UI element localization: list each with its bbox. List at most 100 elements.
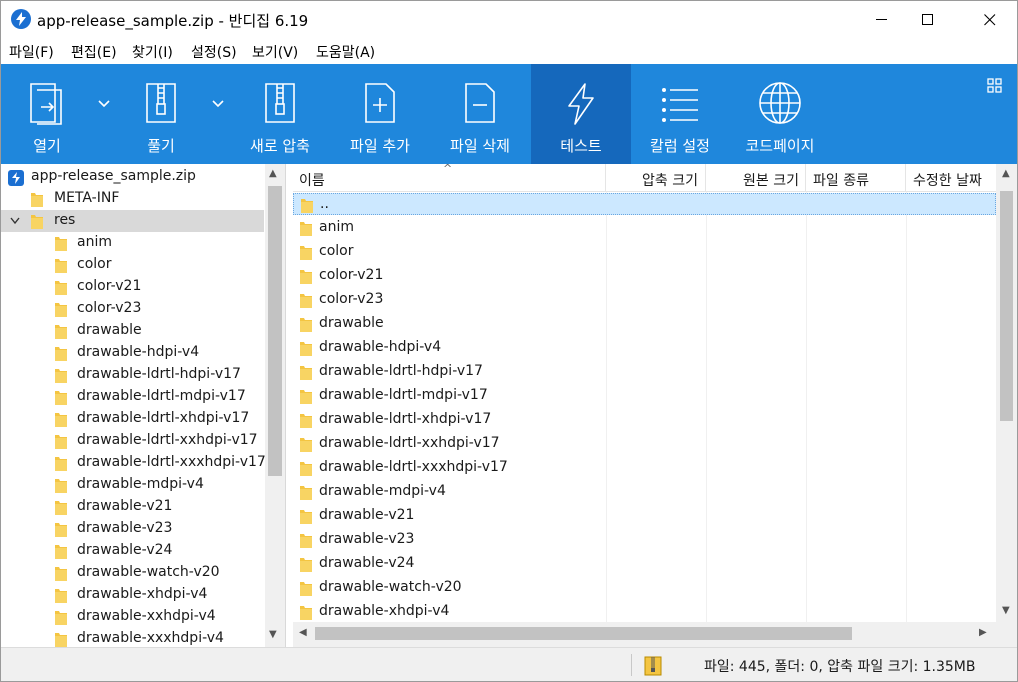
tree-item[interactable]: drawable	[1, 320, 264, 342]
parent-folder-row[interactable]: ..	[293, 193, 996, 215]
list-vscroll-thumb[interactable]	[1000, 191, 1013, 421]
scroll-up-arrow-icon[interactable]: ▲	[1002, 168, 1010, 179]
tree-item[interactable]: drawable-watch-v20	[1, 562, 264, 584]
tree-item[interactable]: color-v23	[1, 298, 264, 320]
tree-item[interactable]: drawable-ldrtl-mdpi-v17	[1, 386, 264, 408]
table-row[interactable]: drawable-xhdpi-v4	[293, 601, 996, 623]
codepage-button[interactable]: 코드페이지	[734, 64, 826, 164]
scroll-left-arrow-icon[interactable]: ◀	[299, 627, 307, 638]
menu-help[interactable]: 도움말(A)	[316, 42, 375, 62]
tree-item-label: drawable-xxxhdpi-v4	[77, 630, 224, 646]
tree-item[interactable]: drawable-ldrtl-hdpi-v17	[1, 364, 264, 386]
row-name: drawable-ldrtl-xhdpi-v17	[319, 411, 492, 427]
column-header-file-type-label: 파일 종류	[813, 173, 869, 189]
add-file-button[interactable]: 파일 추가	[334, 64, 426, 164]
tree-item[interactable]: drawable-xhdpi-v4	[1, 584, 264, 606]
folder-icon	[55, 633, 67, 647]
list-hscroll-thumb[interactable]	[315, 627, 852, 640]
table-row[interactable]: anim	[293, 217, 996, 239]
extract-dropdown-chevron-icon[interactable]	[211, 98, 225, 108]
layout-grid-icon[interactable]	[987, 78, 1003, 94]
toolbar: 열기 풀기 새로 압축 파일 추가 파일 삭제 테스트 칼럼 설정 코드페이지	[1, 64, 1017, 164]
chevron-down-icon[interactable]	[10, 217, 20, 225]
tree-scroll-thumb[interactable]	[268, 186, 282, 476]
column-header-original-size[interactable]: 원본 크기	[706, 164, 806, 191]
tree-vertical-scrollbar[interactable]: ▲ ▼	[265, 164, 285, 647]
tree-item[interactable]: drawable-xxxhdpi-v4	[1, 628, 264, 647]
folder-icon	[31, 215, 43, 229]
table-row[interactable]: drawable-watch-v20	[293, 577, 996, 599]
tree-item[interactable]: drawable-v23	[1, 518, 264, 540]
tree-item[interactable]: res	[1, 210, 264, 232]
folder-icon	[300, 558, 312, 572]
table-row[interactable]: color-v23	[293, 289, 996, 311]
tree-item[interactable]: drawable-ldrtl-xxhdpi-v17	[1, 430, 264, 452]
open-button[interactable]: 열기	[1, 64, 93, 164]
delete-file-button[interactable]: 파일 삭제	[434, 64, 526, 164]
table-row[interactable]: drawable-ldrtl-mdpi-v17	[293, 385, 996, 407]
tree-root[interactable]: app-release_sample.zip	[1, 166, 264, 188]
column-settings-label: 칼럼 설정	[650, 137, 710, 155]
scroll-right-arrow-icon[interactable]: ▶	[979, 627, 987, 638]
extract-button[interactable]: 풀기	[115, 64, 207, 164]
table-row[interactable]: drawable-ldrtl-xhdpi-v17	[293, 409, 996, 431]
open-dropdown-chevron-icon[interactable]	[97, 98, 111, 108]
scroll-down-arrow-icon[interactable]: ▼	[1002, 605, 1010, 616]
tree-item[interactable]: drawable-v21	[1, 496, 264, 518]
table-row[interactable]: drawable-ldrtl-xxhdpi-v17	[293, 433, 996, 455]
tree-item[interactable]: drawable-ldrtl-xhdpi-v17	[1, 408, 264, 430]
table-row[interactable]: color	[293, 241, 996, 263]
column-header-name[interactable]: 이름 ^	[293, 164, 606, 191]
minimize-button[interactable]	[859, 1, 905, 38]
close-button[interactable]	[967, 1, 1013, 38]
column-header-file-type[interactable]: 파일 종류	[806, 164, 906, 191]
table-row[interactable]: drawable-hdpi-v4	[293, 337, 996, 359]
tree-item[interactable]: color	[1, 254, 264, 276]
column-settings-button[interactable]: 칼럼 설정	[634, 64, 726, 164]
maximize-button[interactable]	[905, 1, 951, 38]
table-row[interactable]: drawable-ldrtl-hdpi-v17	[293, 361, 996, 383]
tree-item[interactable]: drawable-ldrtl-xxxhdpi-v17	[1, 452, 266, 474]
table-row[interactable]: drawable-mdpi-v4	[293, 481, 996, 503]
tree-item[interactable]: drawable-v24	[1, 540, 264, 562]
scroll-down-arrow-icon[interactable]: ▼	[269, 629, 277, 640]
column-header-modified-date-label: 수정한 날짜	[913, 173, 982, 189]
tree-item-label: color-v21	[77, 278, 142, 294]
row-name: drawable-ldrtl-xxhdpi-v17	[319, 435, 500, 451]
list-vertical-scrollbar[interactable]: ▲ ▼	[996, 164, 1017, 622]
menu-edit[interactable]: 편집(E)	[71, 42, 117, 62]
column-header-compressed-size[interactable]: 압축 크기	[606, 164, 706, 191]
test-button[interactable]: 테스트	[531, 64, 631, 164]
tree-item[interactable]: META-INF	[1, 188, 264, 210]
tree-item[interactable]: drawable-mdpi-v4	[1, 474, 264, 496]
column-header-modified-date[interactable]: 수정한 날짜	[906, 164, 996, 191]
row-name: ..	[320, 196, 329, 212]
menu-file[interactable]: 파일(F)	[9, 42, 54, 62]
folder-icon	[300, 342, 312, 356]
menu-settings[interactable]: 설정(S)	[191, 42, 237, 62]
tree-item[interactable]: color-v21	[1, 276, 264, 298]
tree-item[interactable]: drawable-hdpi-v4	[1, 342, 264, 364]
row-name: drawable-v21	[319, 507, 415, 523]
menu-find[interactable]: 찾기(I)	[132, 42, 173, 62]
folder-icon	[300, 270, 312, 284]
tree-item-label: drawable-v21	[77, 498, 173, 514]
row-name: drawable-watch-v20	[319, 579, 462, 595]
scroll-up-arrow-icon[interactable]: ▲	[269, 168, 277, 179]
tree-item[interactable]: drawable-xxhdpi-v4	[1, 606, 264, 628]
tree-item[interactable]: anim	[1, 232, 264, 254]
bandizip-logo-icon	[11, 9, 31, 29]
add-file-icon	[365, 83, 395, 123]
table-row[interactable]: drawable-ldrtl-xxxhdpi-v17	[293, 457, 996, 479]
table-row[interactable]: drawable-v21	[293, 505, 996, 527]
menu-view[interactable]: 보기(V)	[252, 42, 298, 62]
tree-item-label: drawable-ldrtl-xxhdpi-v17	[77, 432, 258, 448]
table-row[interactable]: drawable	[293, 313, 996, 335]
table-row[interactable]: color-v21	[293, 265, 996, 287]
table-row[interactable]: drawable-v24	[293, 553, 996, 575]
zip-file-icon	[8, 170, 24, 186]
folder-icon	[55, 325, 67, 339]
table-row[interactable]: drawable-v23	[293, 529, 996, 551]
list-horizontal-scrollbar[interactable]: ◀ ▶	[293, 622, 996, 647]
new-archive-button[interactable]: 새로 압축	[234, 64, 326, 164]
